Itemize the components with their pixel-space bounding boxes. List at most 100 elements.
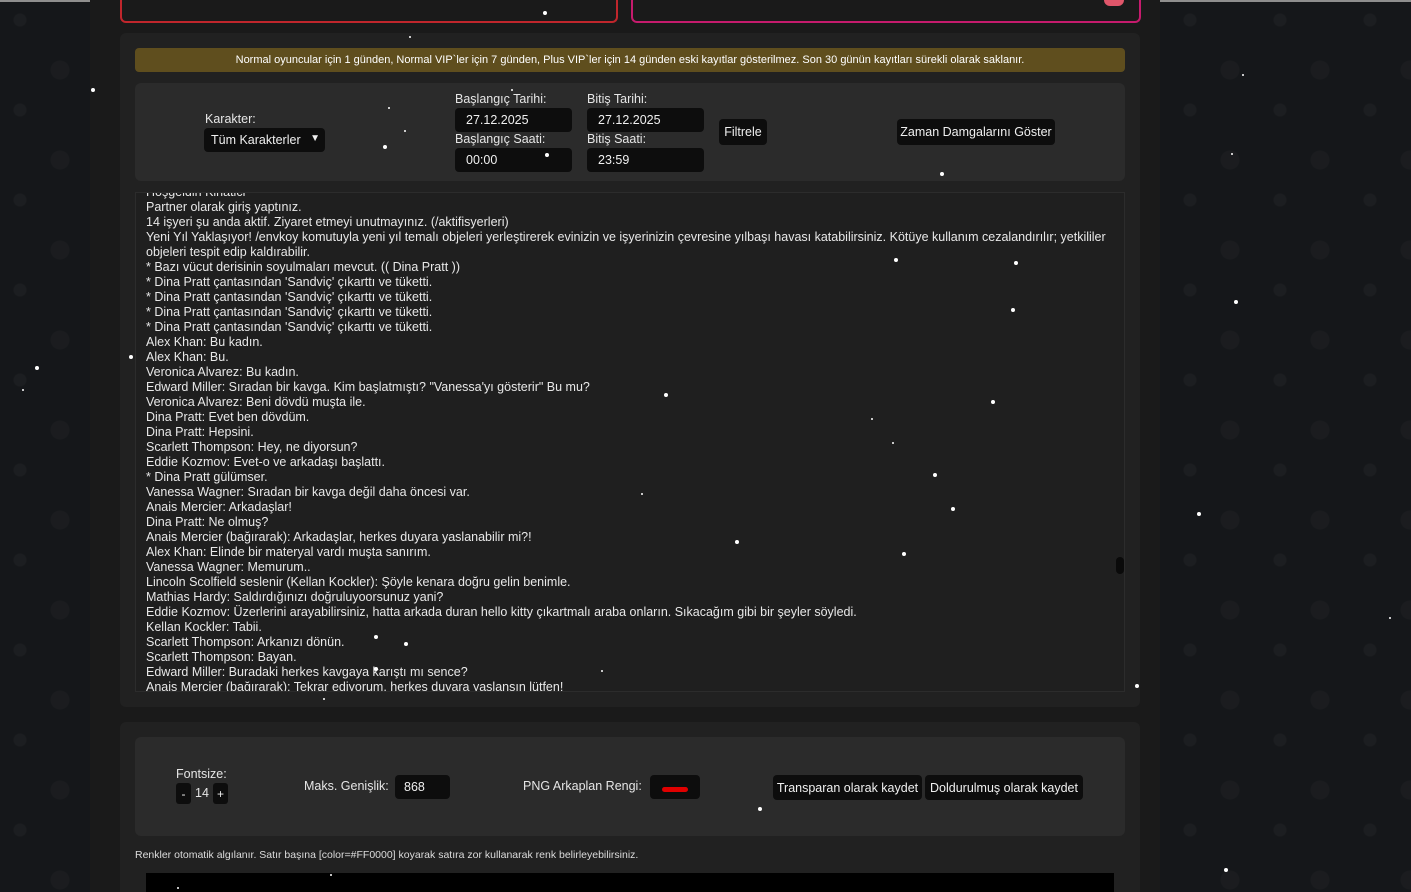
snowflake xyxy=(641,493,643,495)
snowflake xyxy=(991,400,995,404)
png-bg-color-label: PNG Arkaplan Rengi: xyxy=(523,779,642,793)
start-date-label: Başlangıç Tarihi: xyxy=(455,92,547,106)
character-label: Karakter: xyxy=(205,112,256,126)
png-bg-color-picker[interactable] xyxy=(650,775,700,799)
chat-log-line: Alex Khan: Bu kadın. xyxy=(146,335,263,349)
chat-log-line: Lincoln Scolfield seslenir (Kellan Kockl… xyxy=(146,575,571,589)
fontsize-decrease-button[interactable]: - xyxy=(176,783,191,804)
show-timestamps-button[interactable]: Zaman Damgalarını Göster xyxy=(897,119,1055,145)
chat-log-line: Dina Pratt: Evet ben dövdüm. xyxy=(146,410,310,424)
snowflake xyxy=(177,887,179,889)
chat-log-line: Veronica Alvarez: Bu kadın. xyxy=(146,365,299,379)
chat-log-line: Anais Mercier: Arkadaşlar! xyxy=(146,500,292,514)
filter-button[interactable]: Filtrele xyxy=(719,119,767,145)
chat-log-line: Mathias Hardy: Saldırdığınızı doğruluyoo… xyxy=(146,590,444,604)
chat-log-line: Scarlett Thompson: Arkanızı dönün. xyxy=(146,635,345,649)
chevron-down-icon: ▼ xyxy=(310,133,320,144)
chat-log-line: * Dina Pratt çantasından 'Sandviç' çıkar… xyxy=(146,290,433,304)
start-time-input[interactable]: 00:00 xyxy=(455,148,572,172)
end-date-input[interactable]: 27.12.2025 xyxy=(587,108,704,132)
start-date-input[interactable]: 27.12.2025 xyxy=(455,108,572,132)
top-card-right xyxy=(631,0,1141,23)
color-hint-text: Renkler otomatik algılanır. Satır başına… xyxy=(135,849,639,861)
snowflake xyxy=(892,442,894,444)
chat-log-line: Alex Khan: Elinde bir materyal vardı muş… xyxy=(146,545,431,559)
chat-log-line: Anais Mercier (bağırarak): Tekrar ediyor… xyxy=(146,680,564,692)
snowflake xyxy=(601,670,603,672)
snowflake xyxy=(511,89,513,91)
snowflake xyxy=(388,107,390,109)
snowflake xyxy=(323,698,325,700)
snowflake xyxy=(1242,74,1244,76)
max-width-input[interactable]: 868 xyxy=(395,775,450,799)
snowflake xyxy=(1231,153,1233,155)
fontsize-value: 14 xyxy=(195,786,209,800)
snowflake xyxy=(758,807,762,811)
chat-log-line: Vanessa Wagner: Memurum.. xyxy=(146,560,311,574)
snowflake xyxy=(951,507,955,511)
snowflake xyxy=(871,418,873,420)
snowflake xyxy=(735,540,739,544)
chat-log-line: 14 işyeri şu anda aktif. Ziyaret etmeyi … xyxy=(146,215,509,229)
snowflake xyxy=(409,36,411,38)
save-filled-button[interactable]: Doldurulmuş olarak kaydet xyxy=(925,775,1083,800)
chat-log-line: * Dina Pratt çantasından 'Sandviç' çıkar… xyxy=(146,320,433,334)
top-card-badge xyxy=(1104,0,1124,6)
snowflake xyxy=(330,874,332,876)
chat-log-lines: Hoşgeldin Kihatici Partner olarak giriş y… xyxy=(146,192,1106,692)
snowflake xyxy=(404,642,408,646)
chat-log-line: Edward Miller: Sıradan bir kavga. Kim ba… xyxy=(146,380,590,394)
chat-log[interactable]: Hoşgeldin Kihatici Partner olarak giriş y… xyxy=(135,192,1125,692)
snowflake xyxy=(374,635,378,639)
snowflake xyxy=(664,393,668,397)
snowflake xyxy=(1234,300,1238,304)
character-select-value: Tüm Karakterler xyxy=(211,133,301,147)
snowflake xyxy=(1135,684,1139,688)
retention-notice: Normal oyuncular için 1 günden, Normal V… xyxy=(135,48,1125,72)
start-time-label: Başlangıç Saati: xyxy=(455,132,546,146)
chat-log-line: * Dina Pratt çantasından 'Sandviç' çıkar… xyxy=(146,275,433,289)
snowflake xyxy=(545,153,549,157)
fontsize-increase-button[interactable]: + xyxy=(213,783,228,804)
chat-log-scrollbar[interactable] xyxy=(1116,557,1124,574)
png-preview xyxy=(146,873,1114,892)
max-width-label: Maks. Genişlik: xyxy=(304,779,389,793)
snowflake xyxy=(543,11,547,15)
end-time-label: Bitiş Saati: xyxy=(587,132,647,146)
snowflake xyxy=(1224,868,1228,872)
snowflake xyxy=(22,389,24,391)
snowflake xyxy=(91,88,95,92)
chat-log-line: Scarlett Thompson: Bayan. xyxy=(146,650,297,664)
chat-log-line: Scarlett Thompson: Hey, ne diyorsun? xyxy=(146,440,358,454)
snowflake xyxy=(35,366,39,370)
chat-log-line: Eddie Kozmov: Evet-o ve arkadaşı başlatt… xyxy=(146,455,386,469)
chat-log-line: * Bazı vücut derisinin soyulmaları mevcu… xyxy=(146,260,460,274)
snowflake xyxy=(1014,261,1018,265)
end-date-label: Bitiş Tarihi: xyxy=(587,92,648,106)
chat-log-line: Edward Miller: Buradaki herkes kavgaya k… xyxy=(146,665,468,679)
chat-log-line: * Dina Pratt gülümser. xyxy=(146,470,268,484)
chat-log-line: Partner olarak giriş yaptınız. xyxy=(146,200,302,214)
chat-log-line: Eddie Kozmov: Üzerlerini arayabilirsiniz… xyxy=(146,605,857,619)
snowflake xyxy=(1197,512,1201,516)
chat-log-line: Dina Pratt: Ne olmuş? xyxy=(146,515,269,529)
snowflake xyxy=(129,355,133,359)
chat-log-line: Vanessa Wagner: Sıradan bir kavga değil … xyxy=(146,485,470,499)
chat-log-line: Hoşgeldin Kihatici xyxy=(146,192,246,199)
snowflake xyxy=(1011,308,1015,312)
snowflake xyxy=(940,172,944,176)
save-transparent-button[interactable]: Transparan olarak kaydet xyxy=(773,775,922,800)
end-time-input[interactable]: 23:59 xyxy=(587,148,704,172)
snowflake xyxy=(383,145,387,149)
snowflake xyxy=(1389,617,1391,619)
snowflake xyxy=(404,130,406,132)
snowflake xyxy=(374,667,378,671)
character-select[interactable]: Tüm Karakterler ▼ xyxy=(204,128,325,152)
snowflake xyxy=(894,258,898,262)
chat-log-line: Dina Pratt: Hepsini. xyxy=(146,425,254,439)
snowflake xyxy=(933,473,937,477)
chat-log-line: * Dina Pratt çantasından 'Sandviç' çıkar… xyxy=(146,305,433,319)
chat-log-line: Alex Khan: Bu. xyxy=(146,350,229,364)
fontsize-label: Fontsize: xyxy=(176,767,227,781)
chat-log-line: Veronica Alvarez: Beni dövdü muşta ile. xyxy=(146,395,366,409)
